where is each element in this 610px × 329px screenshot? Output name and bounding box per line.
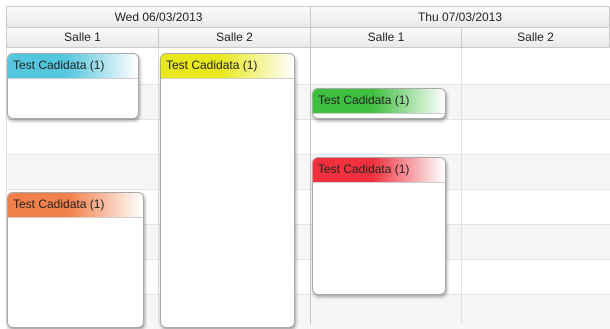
appointment-title: Test Cadidata (1) — [8, 54, 138, 79]
appointment-block[interactable]: Test Cadidata (1) — [312, 157, 446, 295]
appointment-title: Test Cadidata (1) — [8, 193, 143, 218]
grid-row-line — [6, 119, 610, 120]
appointment-block[interactable]: Test Cadidata (1) — [160, 53, 295, 328]
day-header-thu[interactable]: Thu 07/03/2013 — [310, 6, 610, 28]
appointment-block[interactable]: Test Cadidata (1) — [7, 53, 139, 119]
column-divider — [158, 48, 159, 324]
appointment-block[interactable]: Test Cadidata (1) — [7, 192, 144, 328]
calendar-grid: Wed 06/03/2013 Thu 07/03/2013 Salle 1 Sa… — [0, 0, 610, 329]
day-header-wed[interactable]: Wed 06/03/2013 — [6, 6, 311, 28]
appointment-block[interactable]: Test Cadidata (1) — [312, 88, 446, 119]
day-divider — [310, 48, 311, 324]
column-divider — [461, 48, 462, 324]
appointment-title: Test Cadidata (1) — [313, 89, 445, 114]
appointment-title: Test Cadidata (1) — [313, 158, 445, 183]
room-header-thu-salle-2[interactable]: Salle 2 — [461, 28, 610, 48]
room-header-wed-salle-2[interactable]: Salle 2 — [158, 28, 311, 48]
appointment-title: Test Cadidata (1) — [161, 54, 294, 79]
grid-row-line — [6, 189, 610, 190]
room-header-thu-salle-1[interactable]: Salle 1 — [310, 28, 462, 48]
grid-row-band — [6, 154, 610, 189]
room-header-wed-salle-1[interactable]: Salle 1 — [6, 28, 159, 48]
grid-row-line — [6, 154, 610, 155]
